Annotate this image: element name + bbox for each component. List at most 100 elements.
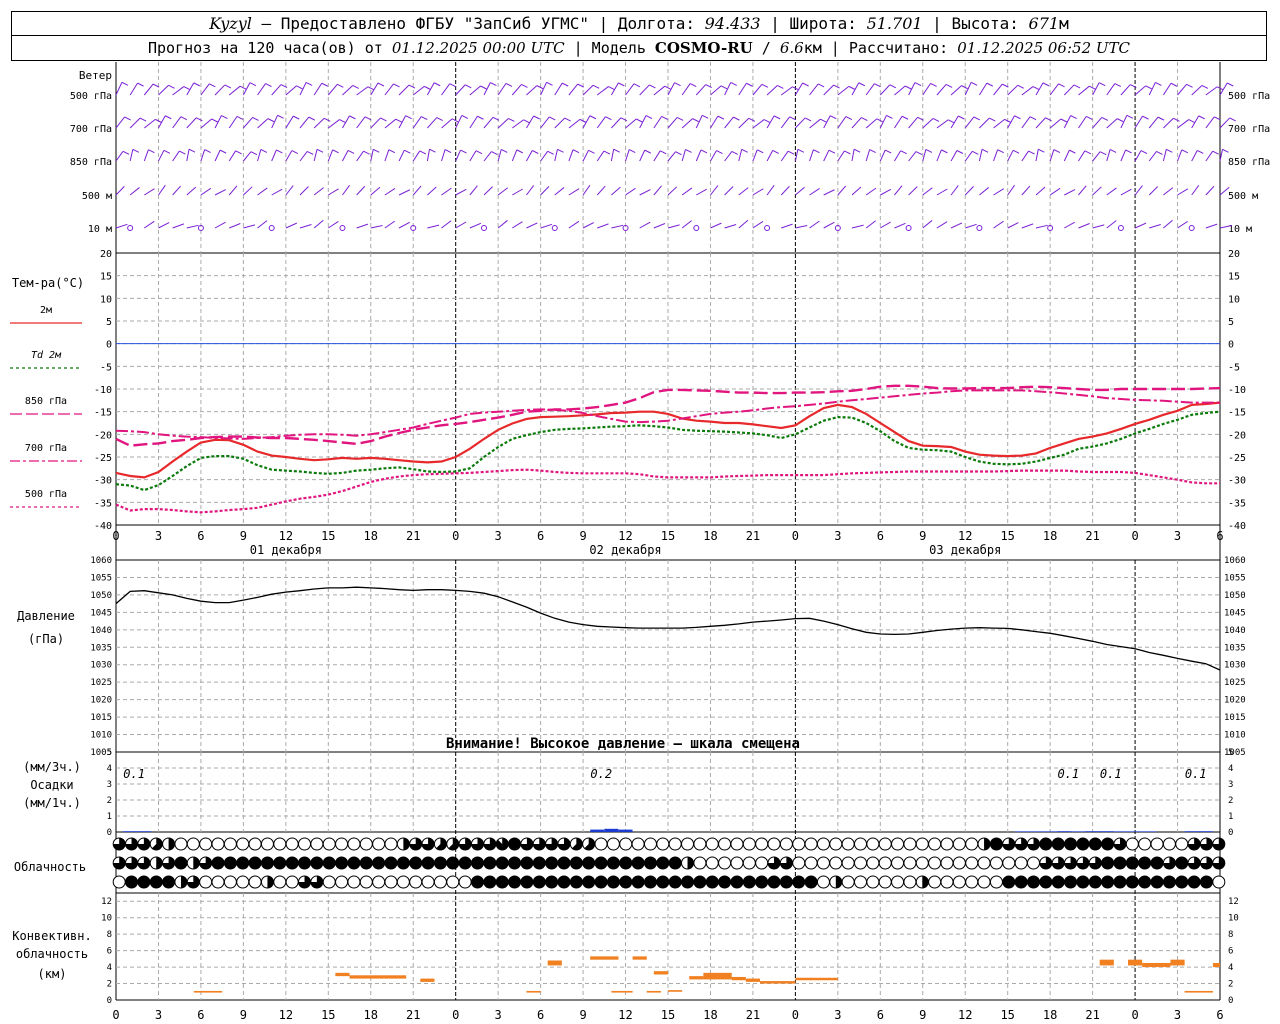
cloud-octa (594, 856, 608, 870)
wind-barb-feather (209, 83, 216, 88)
pres-tick-right: 1040 (1224, 626, 1246, 636)
cloud-octa (742, 875, 756, 889)
wind-barb (370, 117, 381, 129)
wind-barb-feather (1222, 148, 1229, 153)
conv-cloud-bar (731, 976, 746, 981)
wind-barb (186, 149, 190, 162)
pres-tick-right: 1035 (1224, 643, 1246, 653)
hour-tick-label-bottom: 3 (1174, 1008, 1181, 1022)
wind-barb-feather (204, 149, 211, 154)
hour-tick-label: 3 (834, 529, 841, 543)
hour-tick-label-bottom: 12 (958, 1008, 972, 1022)
wind-barb-feather (339, 119, 346, 124)
wind-barb (596, 185, 606, 196)
temp-tick-left: -5 (100, 362, 112, 373)
wind-barb-feather (367, 86, 375, 91)
calm-circle (127, 225, 134, 231)
cloud-octa (718, 856, 732, 870)
cloud-octa (952, 837, 966, 851)
wind-barb (299, 224, 312, 229)
wind-barb (667, 117, 678, 129)
wind-barb (865, 118, 878, 129)
cloud-octa (273, 837, 287, 851)
cloud-octa (866, 837, 880, 851)
wind-barb (129, 117, 141, 129)
wind-barb (596, 150, 605, 162)
wind-barb-feather (689, 83, 697, 87)
wind-barb (639, 221, 651, 229)
wind-barb-feather (349, 115, 356, 120)
conv-cloud-bar (420, 978, 435, 982)
pres-tick-right: 1015 (1224, 713, 1246, 723)
hour-tick-label-bottom: 6 (537, 1008, 544, 1022)
wind-barb-feather (1042, 82, 1050, 87)
wind-barb (851, 149, 855, 162)
wind-barb (398, 84, 410, 96)
cloud-octa (285, 875, 299, 889)
conv-tick-right: 0 (1228, 996, 1233, 1006)
cloud-octa (730, 856, 744, 870)
wind-barb (568, 83, 579, 96)
cloud-octa (211, 875, 225, 889)
wind-barb (667, 186, 678, 196)
wind-barb-feather (930, 82, 937, 87)
temp-tick-left: 5 (106, 317, 112, 328)
hour-tick-label: 6 (537, 529, 544, 543)
cloud-octa (878, 856, 892, 870)
cloud-octa (619, 837, 633, 851)
wind-barb (710, 150, 717, 162)
cloud-octa (804, 856, 818, 870)
conv-cloud-bar (632, 956, 647, 960)
wind-barb-feather (1053, 149, 1061, 154)
wind-barb (200, 149, 206, 162)
calm-circle (976, 225, 983, 231)
cloud-octa-fill (835, 876, 842, 888)
wind-barb-feather (1166, 148, 1173, 153)
prec-tick-left: 5 (107, 748, 112, 758)
wind-barb (1134, 222, 1147, 229)
wind-barb-feather (746, 82, 753, 87)
temp-tick-left: -35 (94, 498, 112, 509)
wind-barb-feather (477, 115, 484, 120)
temp-legend-label: 2м (40, 305, 52, 316)
wind-barb (1063, 149, 1070, 162)
wind-barb (1134, 85, 1146, 96)
wind-barb (526, 150, 533, 162)
wind-barb-feather (532, 150, 539, 154)
wind-barb (1021, 223, 1034, 229)
precip-bar (604, 828, 619, 832)
hour-tick-label: 6 (197, 529, 204, 543)
wind-barb (894, 185, 903, 196)
cloud-octa (396, 875, 410, 889)
wind-barb-feather (363, 150, 370, 155)
wind-barb (1021, 150, 1029, 162)
cloud-octa (1088, 875, 1102, 889)
cloud-octa (767, 837, 781, 851)
cloud-octa (199, 875, 213, 889)
cloud-octa (989, 856, 1003, 870)
wind-level-label-right: 500 гПа (1228, 91, 1270, 102)
wind-barb-feather (308, 116, 316, 121)
wind-barb (738, 149, 743, 162)
wind-barb-feather (395, 118, 403, 123)
wind-barb (809, 149, 814, 162)
cloud-octa (1175, 837, 1189, 851)
precip-bar (1057, 831, 1072, 832)
wind-barb (879, 149, 886, 162)
cloud-octa (569, 856, 583, 870)
conv-title2: облачность (16, 947, 88, 961)
temp-tick-left: 10 (100, 294, 112, 305)
wind-barb (455, 221, 467, 229)
wind-barb-feather (720, 85, 728, 90)
wind-barb (1021, 116, 1031, 129)
hour-tick-label: 3 (495, 529, 502, 543)
wind-barb-feather (521, 83, 528, 88)
pressure-line (115, 586, 1221, 671)
wind-barb (313, 82, 323, 96)
wind-barb-feather (388, 149, 396, 154)
cloud-octa-fill (168, 838, 175, 850)
wind-barb-feather (211, 118, 218, 123)
cloud-octa (891, 837, 905, 851)
cloud-octa (1039, 837, 1053, 851)
wind-barb-feather (869, 149, 876, 153)
